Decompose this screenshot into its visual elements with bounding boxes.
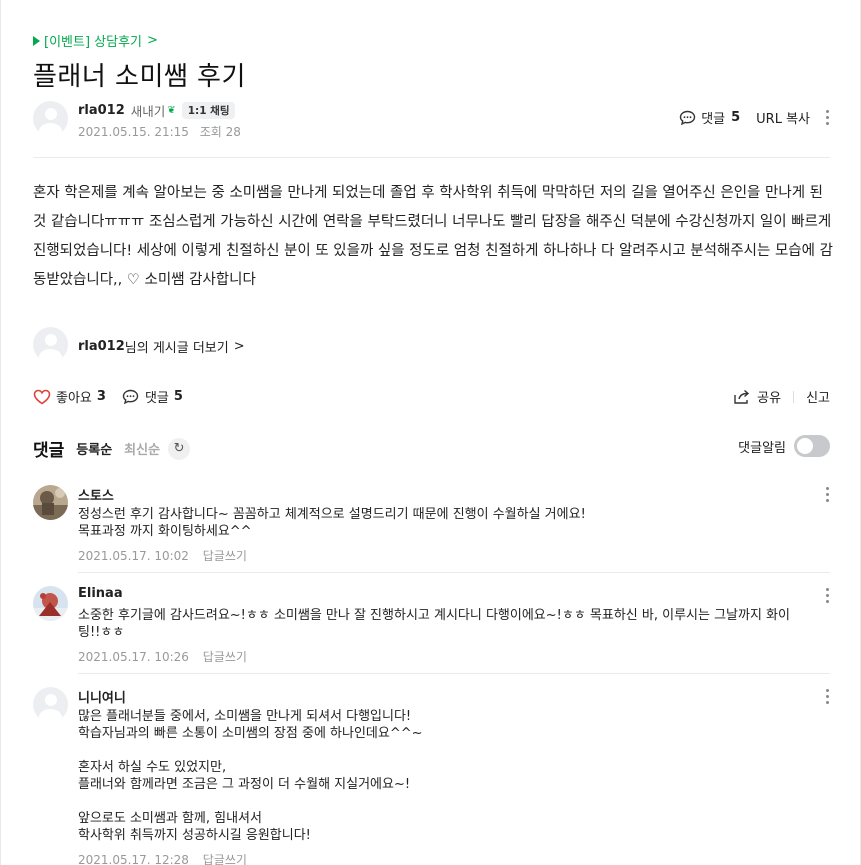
- post-more-menu-icon[interactable]: [822, 109, 832, 127]
- post-top-actions: 댓글 5 URL 복사: [679, 108, 832, 127]
- post-body: 혼자 학은제를 계속 알아보는 중 소미쌤을 만나게 되었는데 졸업 후 학사학…: [33, 185, 833, 288]
- author-name[interactable]: rla012: [78, 103, 125, 118]
- comment-text: 소중한 후기글에 감사드려요~!ㅎㅎ 소미쌤을 만나 잘 진행하시고 계시다니 …: [78, 608, 790, 640]
- author-level: 새내기: [130, 104, 166, 119]
- sprout-icon: ❦: [167, 105, 176, 116]
- comment-divider: [78, 572, 830, 573]
- action-separator: [793, 390, 795, 403]
- cafe-post-page: [이벤트] 상담후기 > 플래너 소미쌤 후기 rla012 새내기 ❦ 1:1…: [0, 0, 861, 865]
- commenter-name[interactable]: Elinaa: [78, 586, 123, 601]
- speech-bubble-icon: [122, 389, 139, 404]
- like-button[interactable]: 좋아요 3: [33, 387, 106, 406]
- comment-item: Elinaa 소중한 후기글에 감사드려요~!ㅎㅎ 소미쌤을 만나 잘 진행하시…: [33, 586, 832, 668]
- post-title: 플래너 소미쌤 후기: [33, 62, 246, 92]
- share-button[interactable]: 공유: [733, 387, 781, 406]
- commenter-name[interactable]: 니니여니: [78, 687, 126, 706]
- share-label: 공유: [757, 391, 782, 406]
- top-comment-label: 댓글: [701, 112, 726, 127]
- board-link[interactable]: [이벤트] 상담후기 >: [33, 31, 158, 50]
- comment-item: 스토스 정성스런 후기 감사합니다~ 꼼꼼하고 체계적으로 설명드리기 때문에 …: [33, 485, 832, 567]
- reply-button[interactable]: 답글쓰기: [203, 853, 247, 865]
- share-actions: 공유 신고: [733, 387, 830, 406]
- post-actions: 좋아요 3 댓글 5: [33, 387, 183, 406]
- more-posts-author: rla012: [78, 339, 125, 354]
- refresh-icon[interactable]: ↻: [168, 437, 191, 460]
- report-button[interactable]: 신고: [806, 387, 830, 406]
- comment-button[interactable]: 댓글 5: [122, 387, 183, 406]
- comment-date: 2021.05.17. 10:02: [78, 549, 189, 563]
- speech-bubble-icon: [679, 110, 696, 125]
- like-count: 3: [96, 389, 106, 404]
- chevron-right-icon: >: [147, 33, 158, 48]
- comment-count: 5: [173, 389, 183, 404]
- comment-date: 2021.05.17. 12:28: [78, 853, 189, 865]
- comments-title: 댓글: [33, 441, 65, 461]
- reply-button[interactable]: 답글쓰기: [203, 650, 247, 664]
- url-copy-button[interactable]: URL 복사: [756, 108, 810, 127]
- comment-text: 정성스런 후기 감사합니다~ 꼼꼼하고 체계적으로 설명드리기 때문에 진행이 …: [78, 507, 586, 539]
- notify-toggle[interactable]: [794, 435, 830, 457]
- comment-more-icon[interactable]: [822, 586, 832, 604]
- chevron-right-icon: >: [233, 339, 245, 354]
- comment-meta: 2021.05.17. 12:28 답글쓰기: [78, 851, 247, 865]
- reply-button[interactable]: 답글쓰기: [203, 549, 247, 563]
- board-label: [이벤트] 상담후기: [44, 35, 142, 50]
- heart-icon: [33, 389, 51, 404]
- commenter-avatar[interactable]: [33, 687, 68, 722]
- notify-label: 댓글알림: [738, 440, 786, 456]
- header-divider: [33, 157, 830, 158]
- comment-text: 많은 플래너분들 중에서, 소미쌤을 만나게 되셔서 다행입니다! 학습자님과의…: [78, 709, 423, 843]
- commenter-name[interactable]: 스토스: [78, 485, 114, 504]
- comment-divider: [78, 673, 830, 674]
- post-views: 조회 28: [199, 125, 241, 139]
- sort-registered-tab[interactable]: 등록순: [76, 439, 112, 458]
- comments-header: 댓글 등록순 최신순 ↻: [33, 436, 191, 461]
- top-comment-count: 5: [731, 110, 741, 125]
- comment-item: 니니여니 많은 플래너분들 중에서, 소미쌤을 만나게 되셔서 다행입니다! 학…: [33, 687, 832, 865]
- comment-date: 2021.05.17. 10:26: [78, 650, 189, 664]
- more-posts-avatar[interactable]: [33, 327, 68, 362]
- post-meta: 2021.05.15. 21:15 조회 28: [78, 123, 241, 140]
- share-icon: [734, 389, 750, 404]
- more-posts-link[interactable]: rla012 님의 게시글 더보기 >: [78, 337, 245, 356]
- post-date: 2021.05.15. 21:15: [78, 125, 189, 139]
- comment-label: 댓글: [144, 391, 169, 406]
- comment-more-icon[interactable]: [822, 687, 832, 705]
- commenter-avatar[interactable]: [33, 586, 68, 621]
- top-comment-button[interactable]: 댓글 5: [679, 108, 740, 127]
- one-on-one-chat-button[interactable]: 1:1 채팅: [181, 102, 236, 119]
- play-triangle-icon: [33, 35, 40, 46]
- comment-meta: 2021.05.17. 10:02 답글쓰기: [78, 547, 247, 564]
- commenter-avatar[interactable]: [33, 485, 68, 520]
- sort-latest-tab[interactable]: 최신순: [124, 439, 160, 458]
- like-label: 좋아요: [56, 391, 92, 406]
- author-info: rla012 새내기 ❦ 1:1 채팅: [78, 101, 236, 120]
- comment-notify: 댓글알림: [738, 435, 830, 457]
- more-posts-suffix: 님의 게시글 더보기: [124, 341, 229, 356]
- comment-meta: 2021.05.17. 10:26 답글쓰기: [78, 648, 247, 665]
- author-avatar[interactable]: [33, 101, 68, 136]
- comment-more-icon[interactable]: [822, 485, 832, 503]
